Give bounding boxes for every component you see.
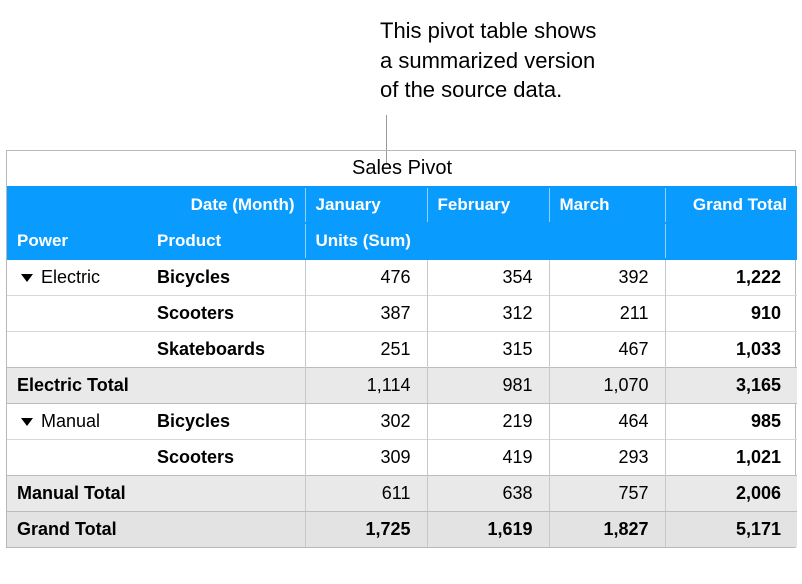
disclosure-triangle-icon[interactable]	[21, 274, 33, 282]
value-cell: 219	[502, 411, 532, 431]
grand-total-header: Grand Total	[666, 195, 798, 215]
value-cell: 387	[380, 303, 410, 323]
subtotal-total: 3,165	[736, 375, 781, 395]
value-cell: 315	[502, 339, 532, 359]
product-cell: Bicycles	[157, 267, 230, 287]
table-row: Electric Bicycles 476 354 392 1,222	[7, 259, 797, 295]
month-header: January	[306, 195, 427, 215]
table-title: Sales Pivot	[352, 157, 452, 179]
table-row: Manual Bicycles 302 219 464 985	[7, 403, 797, 439]
subtotal-row: Manual Total 611 638 757 2,006	[7, 475, 797, 511]
subtotal-value: 638	[502, 483, 532, 503]
value-cell: 354	[502, 267, 532, 287]
subtotal-label: Manual Total	[17, 483, 126, 503]
grand-total-label: Grand Total	[17, 519, 117, 539]
value-cell: 293	[618, 447, 648, 467]
value-cell: 312	[502, 303, 532, 323]
value-cell: 251	[380, 339, 410, 359]
pivot-table: Sales Pivot Date (Month) January Februar…	[7, 151, 797, 547]
month-header: March	[550, 195, 665, 215]
value-cell: 476	[380, 267, 410, 287]
subtotal-label: Electric Total	[17, 375, 129, 395]
table-row: Scooters 309 419 293 1,021	[7, 439, 797, 475]
row-total-cell: 985	[751, 411, 781, 431]
units-sum-header: Units (Sum)	[306, 231, 665, 251]
subtotal-value: 1,114	[367, 375, 411, 395]
table-row: Scooters 387 312 211 910	[7, 295, 797, 331]
group-name: Electric	[41, 267, 100, 287]
table-row: Skateboards 251 315 467 1,033	[7, 331, 797, 367]
table-title-row: Sales Pivot	[7, 151, 797, 187]
row-total-cell: 1,033	[736, 339, 781, 359]
grand-total-total: 5,171	[736, 519, 781, 539]
product-cell: Skateboards	[157, 339, 265, 359]
subtotal-value: 757	[618, 483, 648, 503]
caption-line: a summarized version	[380, 48, 595, 73]
subtotal-row: Electric Total 1,114 981 1,070 3,165	[7, 367, 797, 403]
value-cell: 464	[618, 411, 648, 431]
product-cell: Bicycles	[157, 411, 230, 431]
value-cell: 211	[620, 303, 649, 323]
group-name: Manual	[41, 411, 100, 431]
column-header-row: Date (Month) January February March Gran…	[7, 187, 797, 223]
product-header: Product	[147, 231, 305, 251]
subtotal-value: 981	[502, 375, 532, 395]
grand-total-row: Grand Total 1,725 1,619 1,827 5,171	[7, 511, 797, 547]
power-header: Power	[7, 231, 147, 251]
field-header-row: Power Product Units (Sum)	[7, 223, 797, 259]
caption-line: of the source data.	[380, 77, 562, 102]
value-cell: 309	[380, 447, 410, 467]
grand-total-value: 1,827	[603, 519, 648, 539]
row-total-cell: 1,222	[736, 267, 781, 287]
date-month-header: Date (Month)	[7, 195, 305, 215]
disclosure-triangle-icon[interactable]	[21, 418, 33, 426]
grand-total-value: 1,725	[365, 519, 410, 539]
pivot-table-wrap: Sales Pivot Date (Month) January Februar…	[6, 150, 796, 548]
caption-line: This pivot table shows	[380, 18, 596, 43]
value-cell: 467	[618, 339, 648, 359]
subtotal-total: 2,006	[736, 483, 781, 503]
subtotal-value: 611	[382, 483, 411, 503]
value-cell: 419	[502, 447, 532, 467]
value-cell: 392	[618, 267, 648, 287]
grand-total-value: 1,619	[487, 519, 532, 539]
subtotal-value: 1,070	[603, 375, 648, 395]
product-cell: Scooters	[157, 447, 234, 467]
month-header: February	[428, 195, 549, 215]
product-cell: Scooters	[157, 303, 234, 323]
value-cell: 302	[380, 411, 410, 431]
figure-caption: This pivot table shows a summarized vers…	[380, 16, 596, 105]
row-total-cell: 910	[751, 303, 781, 323]
row-total-cell: 1,021	[736, 447, 781, 467]
